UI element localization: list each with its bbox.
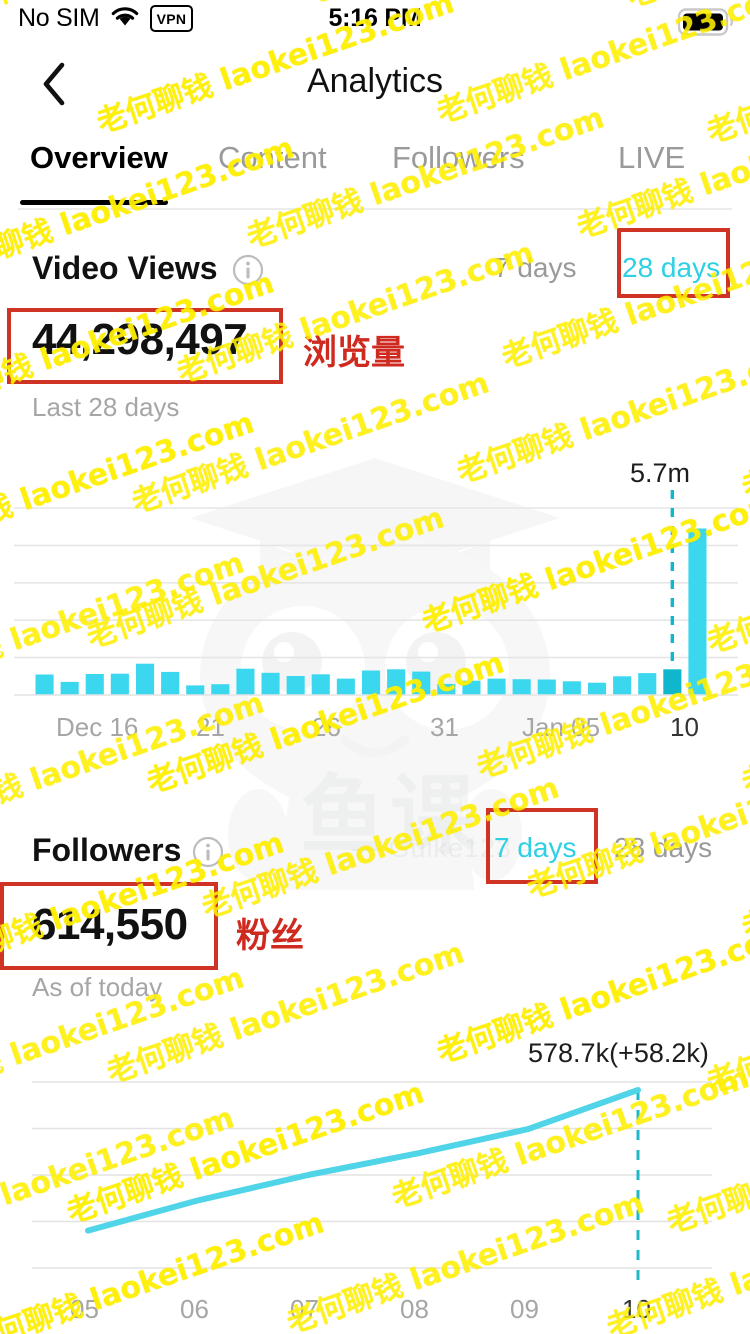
bar-axis-label-4: Jan 05 [522,712,601,742]
bar-chart-peak-label: 5.7m [630,458,691,488]
bar-axis-label-5: 10 [670,712,699,742]
clock-label: 5:16 PM [328,4,422,32]
followers-subtitle: As of today [32,972,163,1002]
followers-line-chart[interactable] [0,1068,750,1286]
analytics-screen: 鱼课 — Guike123 — No SIM VPN 5:16 PM Analy… [0,0,750,1334]
video-views-value: 44,298,497 [32,315,248,364]
bar [161,671,180,695]
bar-axis-label-2: 26 [312,712,341,742]
bar [211,684,230,695]
info-circle-icon[interactable] [192,836,224,873]
line-chart-peak-label: 578.7k(+58.2k) [528,1038,709,1068]
followers-range-28days[interactable]: 28 days [614,832,712,864]
tab-content[interactable]: Content [218,140,327,176]
bar [512,679,531,695]
page-title: Analytics [306,62,444,100]
bar [437,683,456,695]
tab-active-underline [20,200,168,205]
bar [236,668,255,695]
video-views-subtitle: Last 28 days [32,392,180,422]
bar [387,669,406,695]
annotation-text-views: 浏览量 [303,333,405,373]
bar [110,673,129,695]
watermark-text: 老何聊钱 laokei123.com [497,220,750,376]
bar [261,672,280,695]
bar [613,676,632,695]
bar [562,681,581,695]
status-bar: No SIM VPN 5:16 PM [0,0,750,44]
bar [412,671,431,695]
bar [688,528,707,695]
bar [487,678,506,695]
bar-axis-label-0: Dec 16 [56,712,139,742]
video-views-range-7days[interactable]: 7 days [494,252,577,284]
watermark-text: 老何聊钱 laokei123.com [452,335,750,491]
watermark-text: 老何聊钱 laokei123.com [737,350,750,506]
bar [663,669,682,695]
bar [462,680,481,695]
bar [362,670,381,695]
watermark-text: 老何聊钱 laokei123.com [737,790,750,946]
line-axis-label-3: 08 [400,1294,429,1324]
video-views-bar-chart[interactable] [0,488,750,703]
info-circle-icon[interactable] [232,254,264,291]
line-axis-label-5: 10 [622,1294,651,1324]
tab-live[interactable]: LIVE [618,140,685,176]
bar [537,679,556,695]
bar [286,676,305,695]
bar-axis-label-1: 21 [196,712,225,742]
followers-line [85,1087,641,1234]
bar [336,678,355,695]
tab-overview[interactable]: Overview [30,140,168,176]
tab-bar: Overview Content Followers LIVE [0,140,750,212]
tab-followers[interactable]: Followers [392,140,525,176]
battery-icon [678,8,734,36]
bar-axis-label-3: 31 [430,712,459,742]
bar [638,673,657,695]
followers-value: 614,550 [32,900,188,949]
bar [35,674,54,695]
video-views-range-28days[interactable]: 28 days [622,252,720,284]
line-axis-label-2: 07 [290,1294,319,1324]
line-axis-label-0: 05 [70,1294,99,1324]
followers-title: Followers [32,832,182,868]
bar [85,674,104,695]
line-axis-label-4: 09 [510,1294,539,1324]
nav-bar: Analytics [0,52,750,122]
bar [186,685,205,695]
watermark-text: 老何聊钱 laokei123.com [522,750,750,906]
bar [136,663,155,695]
bar [311,674,330,695]
bar [60,681,79,695]
video-views-title: Video Views [32,250,218,286]
bar [588,682,607,695]
followers-range-7days[interactable]: 7 days [494,832,577,864]
annotation-text-followers: 粉丝 [236,916,304,956]
line-axis-label-1: 06 [180,1294,209,1324]
